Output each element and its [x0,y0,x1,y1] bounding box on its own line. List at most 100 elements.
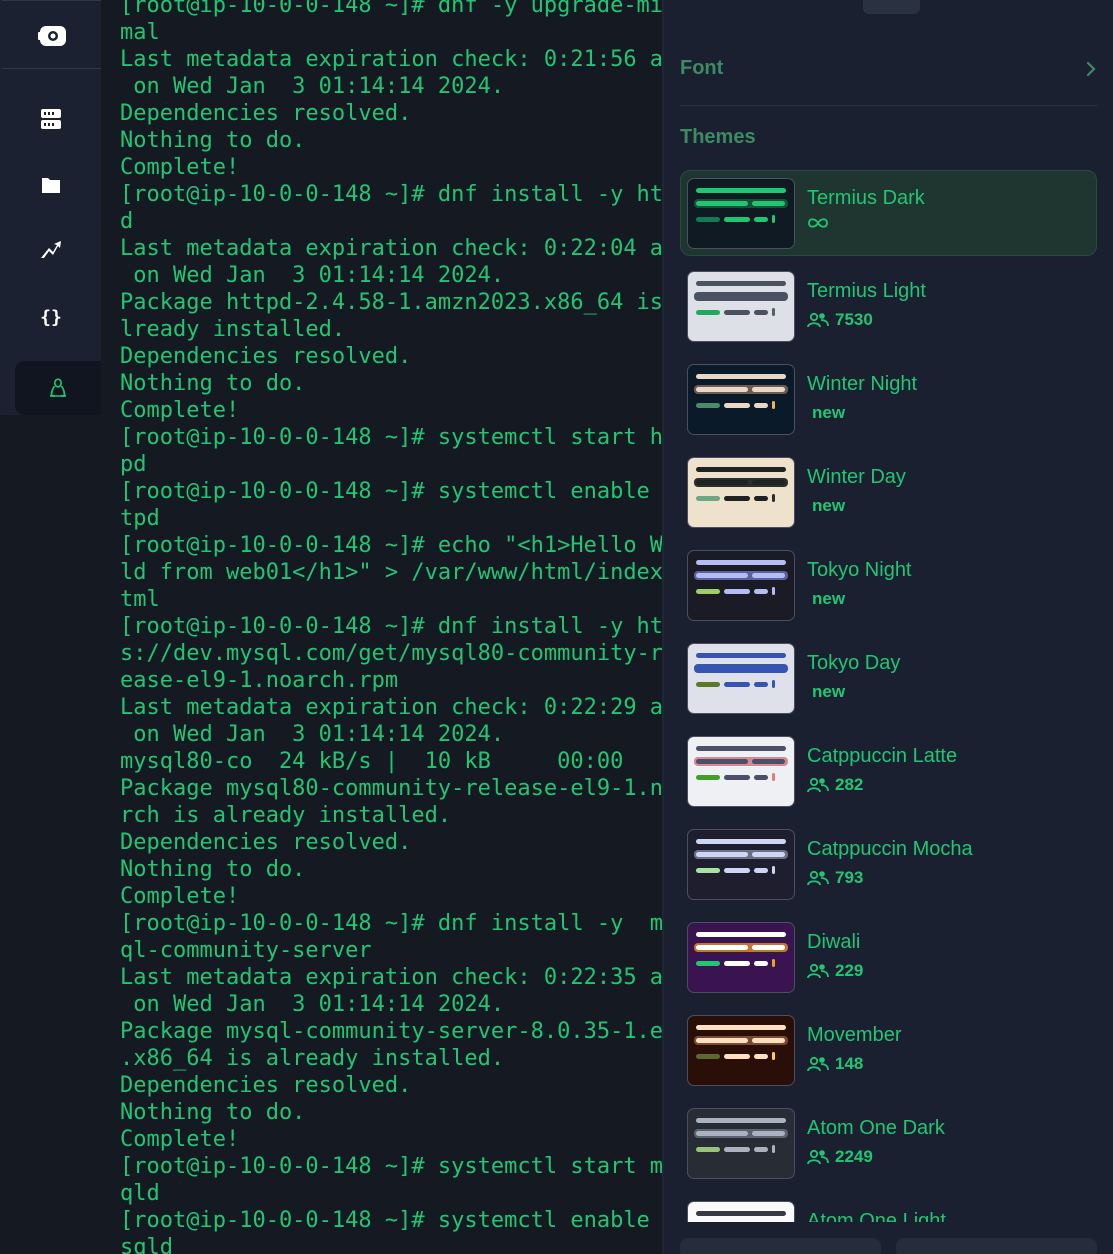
theme-preview [687,178,795,249]
preview-band [694,943,788,952]
terminal-line: mysql80-co 24 kB/s | 10 kB 00:00 [120,749,624,774]
theme-card[interactable]: Termius Dark [680,170,1097,256]
theme-card[interactable]: Winter Night new [680,356,1097,442]
sftp-icon [41,178,60,193]
bottom-button-left[interactable] [680,1238,881,1254]
preview-top-bar [696,188,786,193]
preview-top-bar [696,281,786,286]
port-forwarding-button[interactable] [0,223,101,277]
theme-name: Atom One Dark [807,1117,945,1139]
preview-band [694,757,788,766]
theme-meta-value: new [812,682,846,701]
sftp-button[interactable] [0,158,101,212]
preview-band [694,850,788,859]
terminal-line: on Wed Jan 3 01:14:14 2024. [120,722,505,747]
preview-cursor [772,959,775,967]
drag-handle[interactable] [863,0,920,14]
preview-bar-2 [724,403,750,408]
theme-card[interactable]: Tokyo Day new [680,635,1097,721]
preview-cursor [772,1145,775,1153]
preview-bar-2 [724,589,750,594]
theme-card[interactable]: Tokyo Night new [680,542,1097,628]
preview-bar-1 [696,775,720,780]
terminal-line: rch is already installed. [120,803,452,828]
theme-name: Catppuccin Latte [807,745,958,767]
terminal-line: Dependencies resolved. [120,1073,412,1098]
theme-meta: new [812,682,845,702]
theme-name: Termius Dark [807,187,925,209]
hosts-button[interactable] [0,92,101,146]
theme-card[interactable]: Catppuccin Mocha 793 [680,821,1097,907]
bottom-button-right[interactable] [896,1238,1097,1254]
preview-band [694,199,788,208]
font-label: Font [680,57,724,79]
preview-bar-1 [696,682,720,687]
vault-button[interactable] [2,9,103,63]
theme-card[interactable]: Atom One Light [680,1193,1097,1222]
hosts-icon [40,109,61,129]
theme-card[interactable]: Winter Day new [680,449,1097,535]
chevron-right-icon [1086,61,1096,76]
preview-bar-3 [754,961,768,966]
preview-bar-3 [754,868,768,873]
theme-meta-value: 793 [835,868,864,887]
preview-bar-1 [696,496,720,501]
theme-card[interactable]: Atom One Dark 2249 [680,1100,1097,1186]
preview-bar-2 [724,775,750,780]
appearance-panel: Font Themes Termius Dark Termius Light 753… [664,0,1113,1254]
users-icon [807,1056,829,1072]
snippets-button[interactable]: {} [0,290,101,344]
terminal-line: d [120,209,134,234]
preview-band [694,385,788,394]
terminal-line: Last metadata expiration check: 0:22:29 … [120,695,663,720]
preview-band [694,664,788,673]
preview-bar-2 [724,1147,750,1152]
terminal-line: [root@ip-10-0-0-148 ~]# systemctl enable… [120,1208,663,1233]
preview-top-bar [696,374,786,379]
terminal-output: [root@ip-10-0-0-148 ~]# dnf -y upgrade-m… [120,0,663,1254]
theme-meta-value: new [812,589,846,608]
theme-preview [687,829,795,900]
users-icon [807,312,829,328]
terminal-line: sqld [120,1235,173,1254]
preview-bar-3 [754,1147,768,1152]
font-setting-row[interactable]: Font [680,50,1097,106]
theme-preview [687,271,795,342]
theme-meta: 7530 [807,310,873,330]
preview-bar-2 [724,868,750,873]
terminal-line: Complete! [120,884,240,909]
preview-bar-1 [696,1054,720,1059]
theme-name: Catppuccin Mocha [807,838,973,860]
port-forwarding-icon [40,241,61,258]
preview-bar-2 [724,310,750,315]
theme-card[interactable]: Catppuccin Latte 282 [680,728,1097,814]
theme-preview [687,550,795,621]
preview-bar-1 [696,868,720,873]
theme-name: Winter Night [807,373,918,395]
theme-meta-value: new [812,403,846,422]
terminal-line: ld from web01</h1>" > /var/www/html/inde… [120,560,663,585]
preview-top-bar [696,1118,786,1123]
terminal[interactable]: [root@ip-10-0-0-148 ~]# dnf -y upgrade-m… [101,0,663,1254]
theme-card[interactable]: Diwali 229 [680,914,1097,1000]
users-icon [807,963,829,979]
preview-top-bar [696,560,786,565]
preview-top-bar [696,839,786,844]
theme-card[interactable]: Termius Light 7530 [680,263,1097,349]
theme-preview [687,922,795,993]
preview-bar-3 [754,1054,768,1059]
preview-band [694,571,788,580]
preview-bar-2 [724,961,750,966]
preview-cursor [772,401,775,409]
preview-bar-1 [696,217,720,222]
terminal-line: lready installed. [120,317,346,342]
linux-host-tab[interactable] [15,361,101,415]
preview-cursor [772,773,775,781]
users-icon [807,777,829,793]
theme-meta-value: 148 [835,1054,864,1073]
theme-meta: new [812,589,845,609]
theme-preview [687,736,795,807]
theme-meta [807,217,829,229]
theme-card[interactable]: Movember 148 [680,1007,1097,1093]
terminal-line: [root@ip-10-0-0-148 ~]# dnf install -y h… [120,614,663,639]
